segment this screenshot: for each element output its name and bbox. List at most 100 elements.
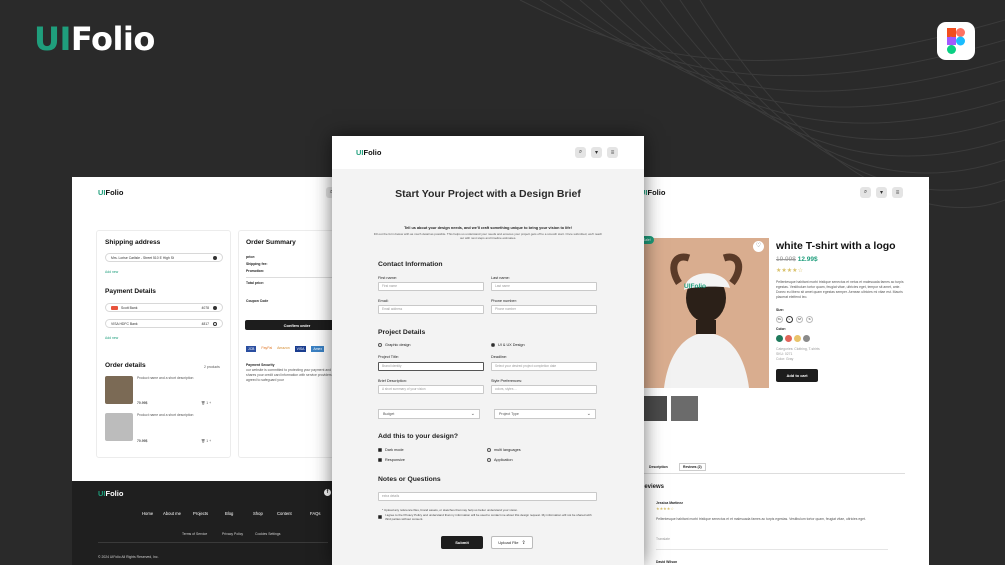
deadline-input[interactable]: Select your desired project completion d… bbox=[491, 362, 597, 371]
confirm-order-button[interactable]: Confirm order bbox=[245, 320, 342, 330]
logo-folio-text: Folio bbox=[70, 20, 155, 58]
phone-input[interactable]: Phone number bbox=[491, 305, 597, 314]
submit-button[interactable]: Submit bbox=[441, 536, 483, 549]
checkout-header: UIFolio ⌕ bbox=[72, 177, 342, 207]
option-responsive[interactable]: Responsive bbox=[378, 458, 405, 462]
footer-link-home[interactable]: Home bbox=[142, 511, 153, 516]
shipping-title: Shipping address bbox=[105, 239, 161, 246]
email-label: Email: bbox=[378, 299, 389, 303]
total-label: Total price: bbox=[246, 281, 265, 285]
uifolio-logo: UIFolio bbox=[34, 20, 155, 58]
footer-privacy-link[interactable]: Privacy Policy bbox=[222, 532, 243, 536]
privacy-checkbox[interactable] bbox=[378, 515, 382, 519]
brief-logo[interactable]: UIFolio bbox=[356, 148, 381, 157]
option-dark-mode[interactable]: Dark mode bbox=[378, 448, 404, 452]
color-swatch-4[interactable] bbox=[803, 335, 810, 342]
jcb-icon: JCB bbox=[246, 346, 257, 352]
email-input[interactable]: Email address bbox=[378, 305, 484, 314]
project-type-select[interactable]: Project Type ⌄ bbox=[494, 409, 596, 419]
add-address-link[interactable]: Add new bbox=[105, 270, 118, 274]
tab-description[interactable]: Description bbox=[649, 465, 668, 469]
notes-input[interactable]: extra details bbox=[378, 492, 597, 501]
style-preferences-label: Style Preferences: bbox=[491, 379, 523, 383]
product-image-2 bbox=[105, 413, 133, 441]
card-option-2[interactable]: VISA HDFC Bank 4817 bbox=[105, 319, 223, 328]
responsive-label: Responsive bbox=[385, 458, 405, 462]
card2-radio[interactable] bbox=[213, 321, 217, 326]
last-name-input[interactable]: Last name bbox=[491, 282, 597, 291]
menu-icon[interactable]: ≡ bbox=[892, 187, 903, 198]
size-label: Size: bbox=[776, 308, 784, 312]
model-photo-illustration bbox=[644, 238, 769, 388]
privacy-agree[interactable]: I agree to the Privacy Policy and unders… bbox=[378, 513, 597, 522]
summary-price-label: price: bbox=[246, 255, 256, 259]
thumbnail-2[interactable] bbox=[671, 396, 698, 421]
product-description: Pellentesque habitant morbi tristique se… bbox=[776, 280, 904, 299]
add-card-link[interactable]: Add new bbox=[105, 336, 118, 340]
security-title: Payment Security bbox=[246, 363, 275, 367]
option-application[interactable]: Application bbox=[487, 458, 513, 462]
dark-mode-checkbox[interactable] bbox=[378, 448, 382, 452]
dark-mode-label: Dark mode bbox=[385, 448, 404, 452]
address-option[interactable]: Mrs. Lorise Carlisle - Street 510 E High… bbox=[105, 253, 223, 262]
size-option-m[interactable]: M bbox=[796, 316, 803, 323]
footer-link-shop[interactable]: Shop bbox=[253, 511, 263, 516]
first-name-input[interactable]: First name bbox=[378, 282, 484, 291]
footer-link-content[interactable]: Content bbox=[277, 511, 292, 516]
color-label: Color: bbox=[776, 327, 786, 331]
application-checkbox[interactable] bbox=[487, 458, 491, 462]
color-swatch-2[interactable] bbox=[785, 335, 792, 342]
reviewer-name-2: David Wilson bbox=[656, 560, 678, 564]
graphic-design-option[interactable]: Graphic design bbox=[378, 343, 411, 347]
size-option-l[interactable]: L bbox=[786, 316, 793, 323]
search-icon[interactable]: ⌕ bbox=[860, 187, 871, 198]
cart-icon[interactable]: ▾ bbox=[591, 147, 602, 158]
upload-file-button[interactable]: Upload File ⇪ bbox=[491, 536, 533, 549]
footer-link-projects[interactable]: Projects bbox=[193, 511, 208, 516]
color-swatch-1[interactable] bbox=[776, 335, 783, 342]
budget-select[interactable]: Budget ⌄ bbox=[378, 409, 480, 419]
card-option-1[interactable]: Scott Bank 4078 bbox=[105, 303, 223, 312]
footer-link-faqs[interactable]: FAQs bbox=[310, 511, 320, 516]
size-option-s[interactable]: S bbox=[806, 316, 813, 323]
address-radio[interactable] bbox=[213, 255, 217, 260]
qty-stepper-1[interactable]: 🗑 1 + bbox=[201, 401, 211, 405]
review-translate[interactable]: Translate bbox=[656, 537, 670, 541]
brief-description-input[interactable]: A short summary of your vision bbox=[378, 385, 484, 394]
add-to-cart-button[interactable]: Add to cart bbox=[776, 369, 818, 382]
card1-digits: 4078 bbox=[201, 305, 209, 310]
brief-logo-folio: Folio bbox=[363, 148, 382, 157]
product-title: white T-shirt with a logo bbox=[776, 240, 896, 252]
graphic-design-radio[interactable] bbox=[378, 343, 382, 347]
footer-logo[interactable]: UIFolio bbox=[98, 489, 123, 498]
thumbnail-1[interactable] bbox=[644, 396, 667, 421]
footer-link-blog[interactable]: Blog bbox=[225, 511, 233, 516]
responsive-checkbox[interactable] bbox=[378, 458, 382, 462]
size-option-xl[interactable]: XL bbox=[776, 316, 783, 323]
card1-radio[interactable] bbox=[213, 305, 217, 310]
heart-icon[interactable]: ♡ bbox=[753, 241, 764, 252]
search-icon[interactable]: ⌕ bbox=[575, 147, 586, 158]
mastercard-icon bbox=[111, 305, 118, 310]
menu-icon[interactable]: ≡ bbox=[607, 147, 618, 158]
footer-cookies-link[interactable]: Cookies Settings bbox=[255, 532, 280, 536]
checkout-logo[interactable]: UIFolio bbox=[98, 188, 123, 197]
color-swatches bbox=[776, 335, 810, 342]
cart-icon[interactable]: ▾ bbox=[876, 187, 887, 198]
tab-reviews[interactable]: Reviews (2) bbox=[679, 463, 706, 471]
phone-label: Phone number: bbox=[491, 299, 517, 303]
multi-languages-checkbox[interactable] bbox=[487, 448, 491, 452]
design-brief-form-preview: UIFolio ⌕ ▾ ≡ Start Your Project with a … bbox=[332, 136, 644, 565]
style-preferences-input[interactable]: colors, styles ... bbox=[491, 385, 597, 394]
uiux-design-option[interactable]: UI & UX Design bbox=[491, 343, 525, 347]
footer-link-about[interactable]: About me bbox=[163, 511, 181, 516]
checkout-left-card: Shipping address Mrs. Lorise Carlisle - … bbox=[96, 230, 231, 458]
option-multi-languages[interactable]: multi languages bbox=[487, 448, 521, 452]
footer-terms-link[interactable]: Terms of Service bbox=[182, 532, 207, 536]
uiux-design-radio[interactable] bbox=[491, 343, 495, 347]
graphic-design-label: Graphic design bbox=[385, 343, 411, 347]
color-swatch-3[interactable] bbox=[794, 335, 801, 342]
project-title-input[interactable]: Brand identity bbox=[378, 362, 484, 371]
qty-stepper-2[interactable]: 🗑 1 + bbox=[201, 439, 211, 443]
facebook-icon[interactable]: f bbox=[324, 489, 331, 496]
